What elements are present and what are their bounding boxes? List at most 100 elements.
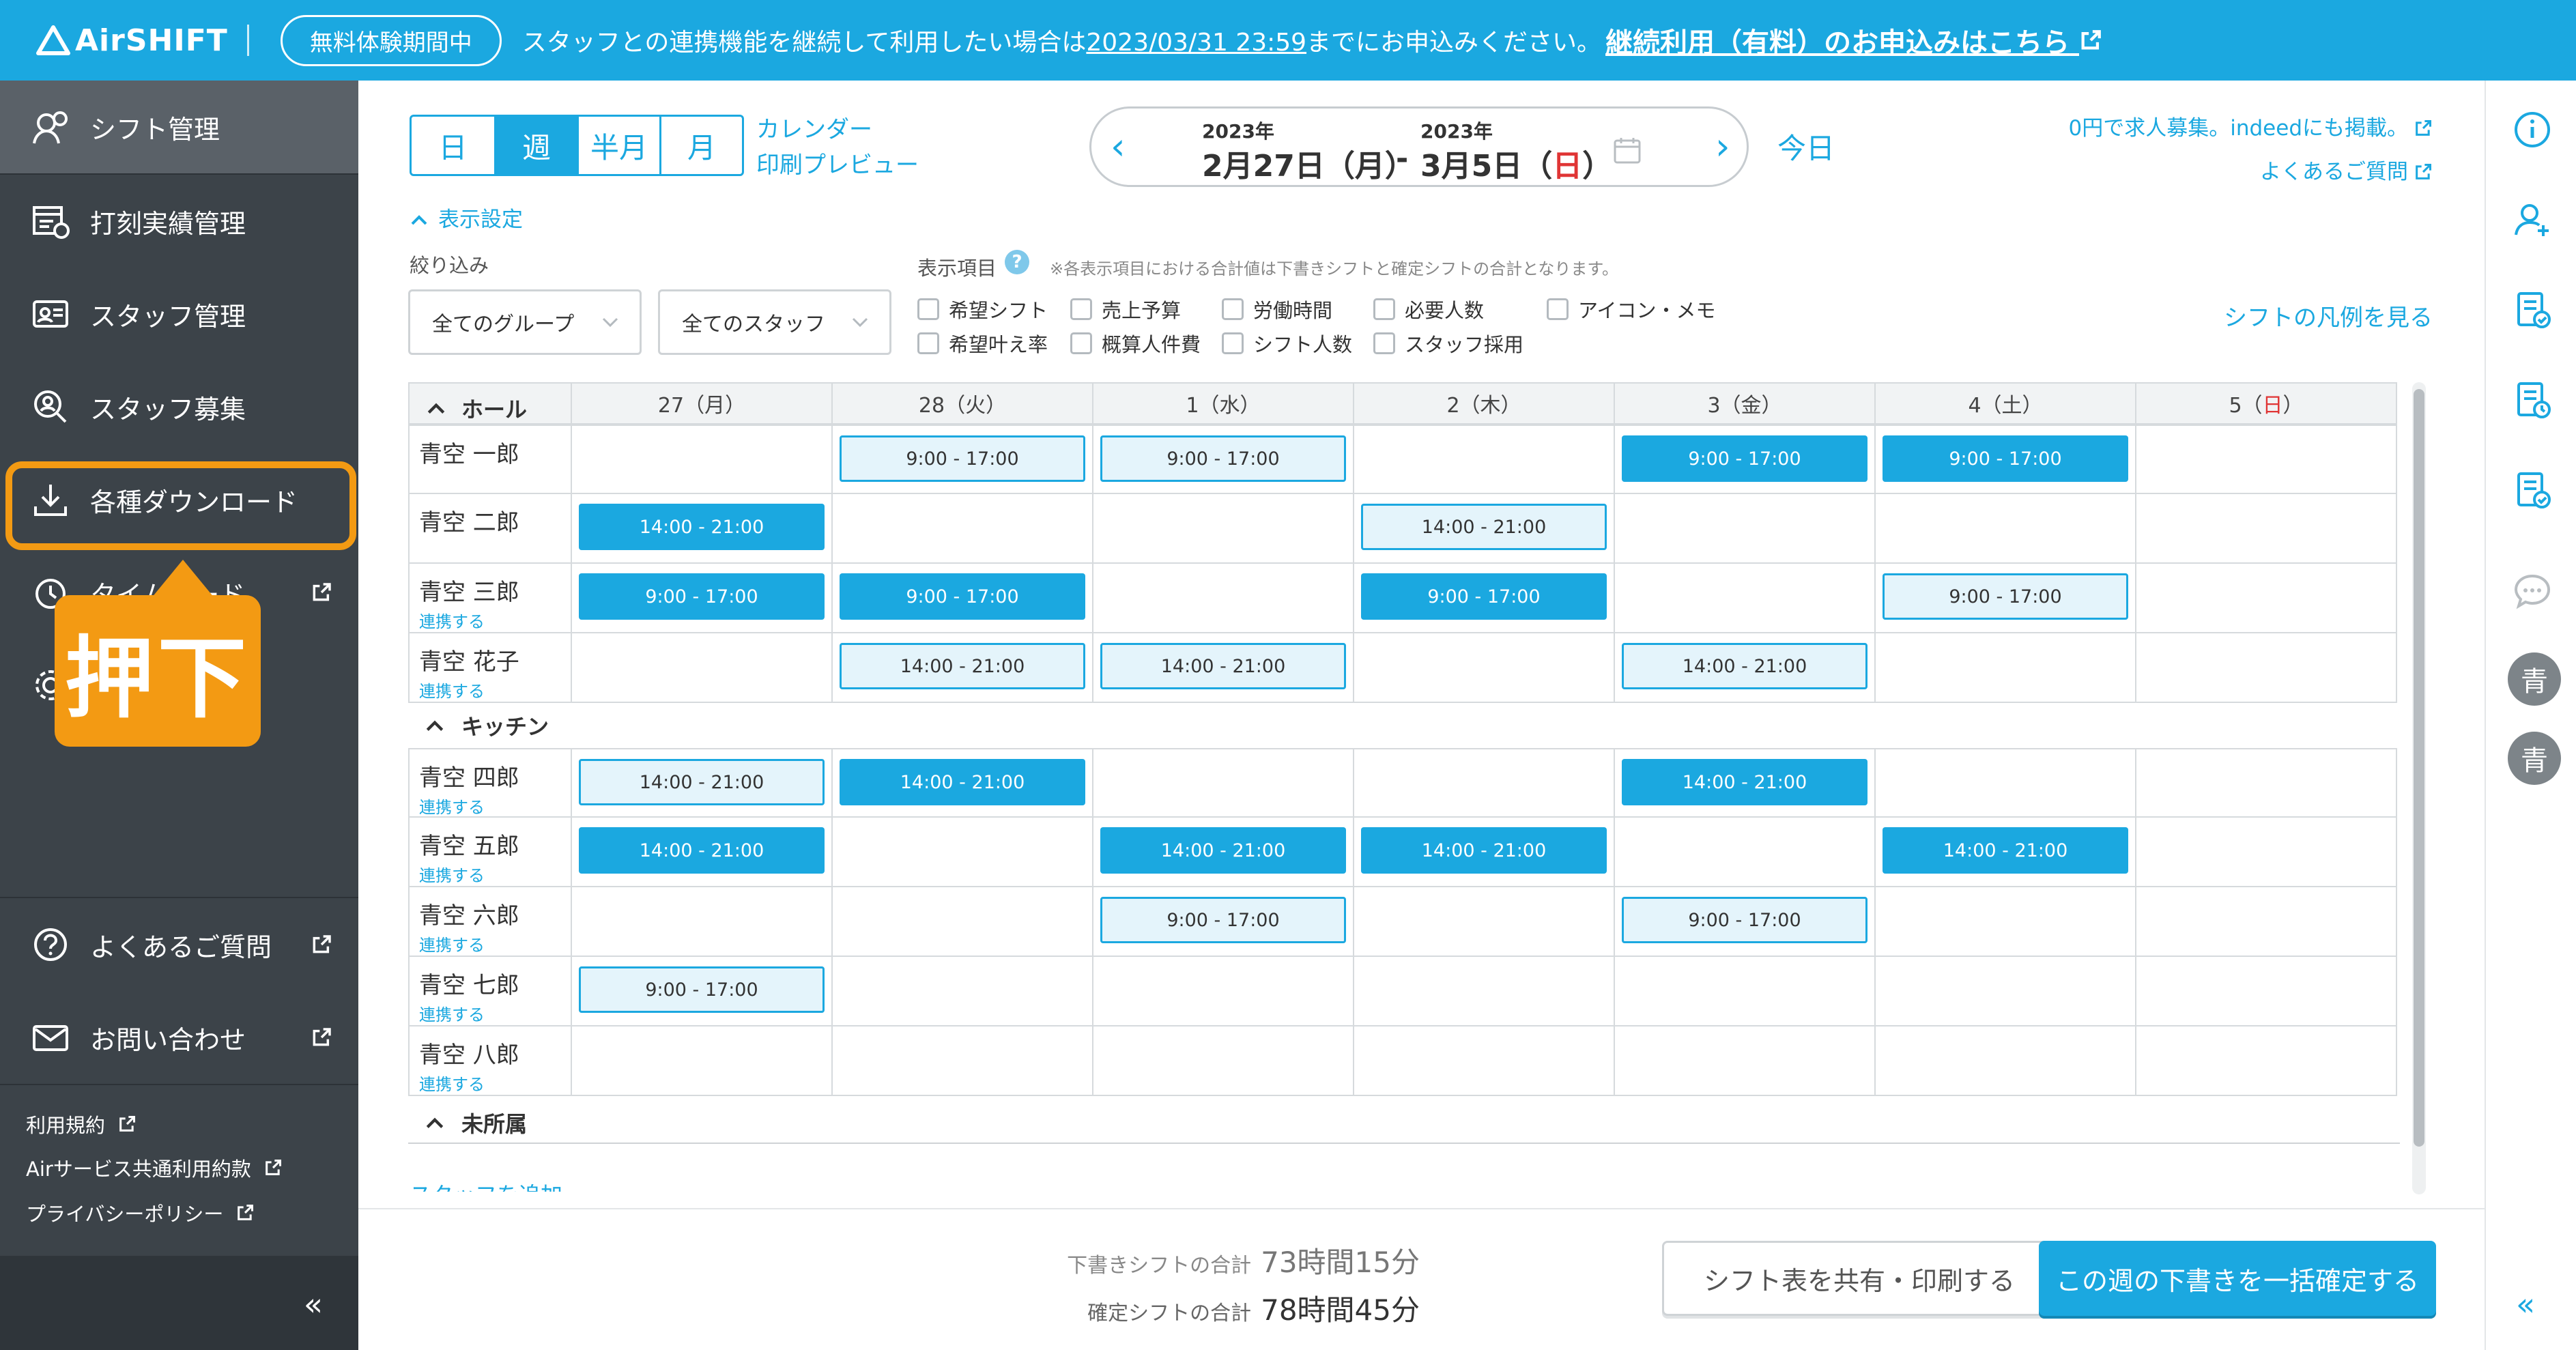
shift-cell[interactable]: 14:00 - 21:00 bbox=[1876, 818, 2136, 887]
confirmed-shift[interactable]: 9:00 - 17:00 bbox=[1361, 573, 1607, 620]
shift-cell[interactable] bbox=[833, 818, 1093, 887]
shift-cell[interactable]: 9:00 - 17:00 bbox=[1354, 564, 1615, 633]
shift-cell[interactable]: 9:00 - 17:00 bbox=[1615, 887, 1876, 957]
group-header-unassigned[interactable]: 未所属 bbox=[408, 1107, 527, 1138]
view-half-month-button[interactable]: 半月 bbox=[577, 117, 659, 174]
shift-cell[interactable] bbox=[1093, 748, 1354, 818]
staff-name-cell[interactable]: 青空 八郎 連携する bbox=[408, 1026, 572, 1096]
checkbox-wish-rate[interactable]: 希望叶え率 bbox=[917, 329, 1048, 358]
confirmed-shift[interactable]: 14:00 - 21:00 bbox=[1622, 759, 1867, 805]
link-staff-link[interactable]: 連携する bbox=[419, 794, 571, 818]
draft-shift[interactable]: 9:00 - 17:00 bbox=[1883, 573, 2128, 620]
shift-cell[interactable] bbox=[1615, 1026, 1876, 1096]
grid-scrollbar[interactable] bbox=[2412, 382, 2426, 1194]
draft-shift[interactable]: 14:00 - 21:00 bbox=[1100, 643, 1346, 689]
bulk-confirm-button[interactable]: この週の下書きを一括確定する bbox=[2039, 1241, 2436, 1316]
shift-cell[interactable]: 14:00 - 21:00 bbox=[1354, 494, 1615, 564]
print-preview-link[interactable]: 印刷プレビュー bbox=[756, 147, 919, 183]
share-print-button[interactable]: シフト表を共有・印刷する bbox=[1662, 1241, 2057, 1316]
staff-name-cell[interactable]: 青空 一郎 bbox=[408, 425, 572, 494]
view-week-button[interactable]: 週 bbox=[494, 117, 577, 174]
shift-cell[interactable]: 14:00 - 21:00 bbox=[1615, 748, 1876, 818]
checkbox-required-count[interactable]: 必要人数 bbox=[1373, 295, 1484, 324]
staff-select[interactable]: 全てのスタッフ bbox=[658, 289, 891, 355]
shift-cell[interactable]: 9:00 - 17:00 bbox=[572, 957, 833, 1026]
right-rail-collapse-button[interactable]: « bbox=[2516, 1286, 2535, 1323]
draft-shift[interactable]: 9:00 - 17:00 bbox=[840, 435, 1085, 482]
shift-cell[interactable] bbox=[1093, 1026, 1354, 1096]
staff-name-cell[interactable]: 青空 花子 連携する bbox=[408, 633, 572, 703]
shift-cell[interactable] bbox=[572, 425, 833, 494]
terms-link[interactable]: 利用規約 bbox=[26, 1110, 137, 1138]
shift-cell[interactable]: 14:00 - 21:00 bbox=[572, 494, 833, 564]
staff-name-cell[interactable]: 青空 四郎 連携する bbox=[408, 748, 572, 818]
sidebar-item-shift-manage[interactable]: シフト管理 bbox=[0, 81, 358, 173]
shift-cell[interactable] bbox=[2136, 564, 2397, 633]
shift-cell[interactable] bbox=[2136, 957, 2397, 1026]
draft-shift[interactable]: 14:00 - 21:00 bbox=[1622, 643, 1867, 689]
shift-cell[interactable] bbox=[1354, 887, 1615, 957]
draft-shift[interactable]: 9:00 - 17:00 bbox=[1100, 435, 1346, 482]
shift-cell[interactable] bbox=[1876, 1026, 2136, 1096]
group-header-hall[interactable]: ホール bbox=[408, 382, 572, 425]
shift-cell[interactable]: 9:00 - 17:00 bbox=[1615, 425, 1876, 494]
shift-cell[interactable]: 9:00 - 17:00 bbox=[833, 425, 1093, 494]
shift-cell[interactable] bbox=[2136, 818, 2397, 887]
checkbox-labor-cost[interactable]: 概算人件費 bbox=[1070, 329, 1201, 358]
shift-cell[interactable] bbox=[2136, 425, 2397, 494]
staff-name-cell[interactable]: 青空 七郎 連携する bbox=[408, 957, 572, 1026]
sidebar-item-timecard-record[interactable]: 打刻実績管理 bbox=[0, 175, 358, 268]
draft-shift[interactable]: 14:00 - 21:00 bbox=[579, 759, 825, 805]
shift-cell[interactable]: 14:00 - 21:00 bbox=[833, 633, 1093, 703]
link-staff-link[interactable]: 連携する bbox=[419, 608, 571, 632]
confirmed-shift[interactable]: 14:00 - 21:00 bbox=[840, 759, 1085, 805]
shift-cell[interactable]: 14:00 - 21:00 bbox=[833, 748, 1093, 818]
checkbox-work-hours[interactable]: 労働時間 bbox=[1222, 295, 1332, 324]
sidebar-item-staff-manage[interactable]: スタッフ管理 bbox=[0, 268, 358, 360]
doc-time-icon[interactable] bbox=[2510, 378, 2554, 422]
draft-shift[interactable]: 14:00 - 21:00 bbox=[1361, 504, 1607, 550]
sidebar-item-contact[interactable]: お問い合わせ bbox=[0, 991, 358, 1084]
shift-cell[interactable] bbox=[833, 1026, 1093, 1096]
shift-cell[interactable]: 9:00 - 17:00 bbox=[1093, 887, 1354, 957]
scrollbar-thumb[interactable] bbox=[2414, 389, 2424, 1147]
draft-shift[interactable]: 9:00 - 17:00 bbox=[579, 966, 825, 1013]
app-logo[interactable]: AirSHIFT bbox=[35, 23, 228, 58]
shift-cell[interactable] bbox=[2136, 1026, 2397, 1096]
next-week-button[interactable]: › bbox=[1715, 125, 1730, 168]
help-icon[interactable]: ? bbox=[1005, 250, 1029, 274]
confirmed-shift[interactable]: 14:00 - 21:00 bbox=[1361, 827, 1607, 874]
shift-cell[interactable]: 9:00 - 17:00 bbox=[1876, 564, 2136, 633]
checkbox-staff-recruit[interactable]: スタッフ採用 bbox=[1373, 329, 1523, 358]
shift-cell[interactable] bbox=[572, 633, 833, 703]
continue-subscription-link[interactable]: 継続利用（有料）のお申込みはこちら bbox=[1605, 20, 2102, 60]
shift-cell[interactable] bbox=[1615, 818, 1876, 887]
common-terms-link[interactable]: Airサービス共通利用約款 bbox=[26, 1153, 283, 1182]
shift-cell[interactable] bbox=[1354, 748, 1615, 818]
sidebar-collapse-button[interactable]: « bbox=[0, 1256, 358, 1350]
add-staff-link[interactable]: スタッフを追加 bbox=[410, 1178, 562, 1192]
view-month-button[interactable]: 月 bbox=[659, 117, 742, 174]
calendar-link[interactable]: カレンダー bbox=[756, 112, 919, 147]
confirmed-shift[interactable]: 9:00 - 17:00 bbox=[1622, 435, 1867, 482]
shift-cell[interactable]: 14:00 - 21:00 bbox=[1093, 818, 1354, 887]
draft-shift[interactable]: 14:00 - 21:00 bbox=[840, 643, 1085, 689]
checkbox-shift-count[interactable]: シフト人数 bbox=[1222, 329, 1352, 358]
prev-week-button[interactable]: ‹ bbox=[1111, 125, 1126, 168]
staff-name-cell[interactable]: 青空 三郎 連携する bbox=[408, 564, 572, 633]
chat-icon[interactable] bbox=[2510, 569, 2554, 613]
view-day-button[interactable]: 日 bbox=[412, 117, 494, 174]
link-staff-link[interactable]: 連携する bbox=[419, 932, 571, 956]
shift-cell[interactable]: 9:00 - 17:00 bbox=[833, 564, 1093, 633]
doc-check-icon[interactable] bbox=[2510, 288, 2554, 332]
shift-cell[interactable] bbox=[1876, 887, 2136, 957]
shift-cell[interactable] bbox=[1615, 957, 1876, 1026]
draft-shift[interactable]: 9:00 - 17:00 bbox=[1622, 897, 1867, 943]
shift-cell[interactable] bbox=[1354, 957, 1615, 1026]
link-staff-link[interactable]: 連携する bbox=[419, 1001, 571, 1025]
shift-cell[interactable] bbox=[1876, 748, 2136, 818]
staff-name-cell[interactable]: 青空 五郎 連携する bbox=[408, 818, 572, 887]
link-staff-link[interactable]: 連携する bbox=[419, 1071, 571, 1095]
staff-name-cell[interactable]: 青空 六郎 連携する bbox=[408, 887, 572, 957]
recruit-link[interactable]: 0円で求人募集。indeedにも掲載。 bbox=[2069, 106, 2433, 150]
